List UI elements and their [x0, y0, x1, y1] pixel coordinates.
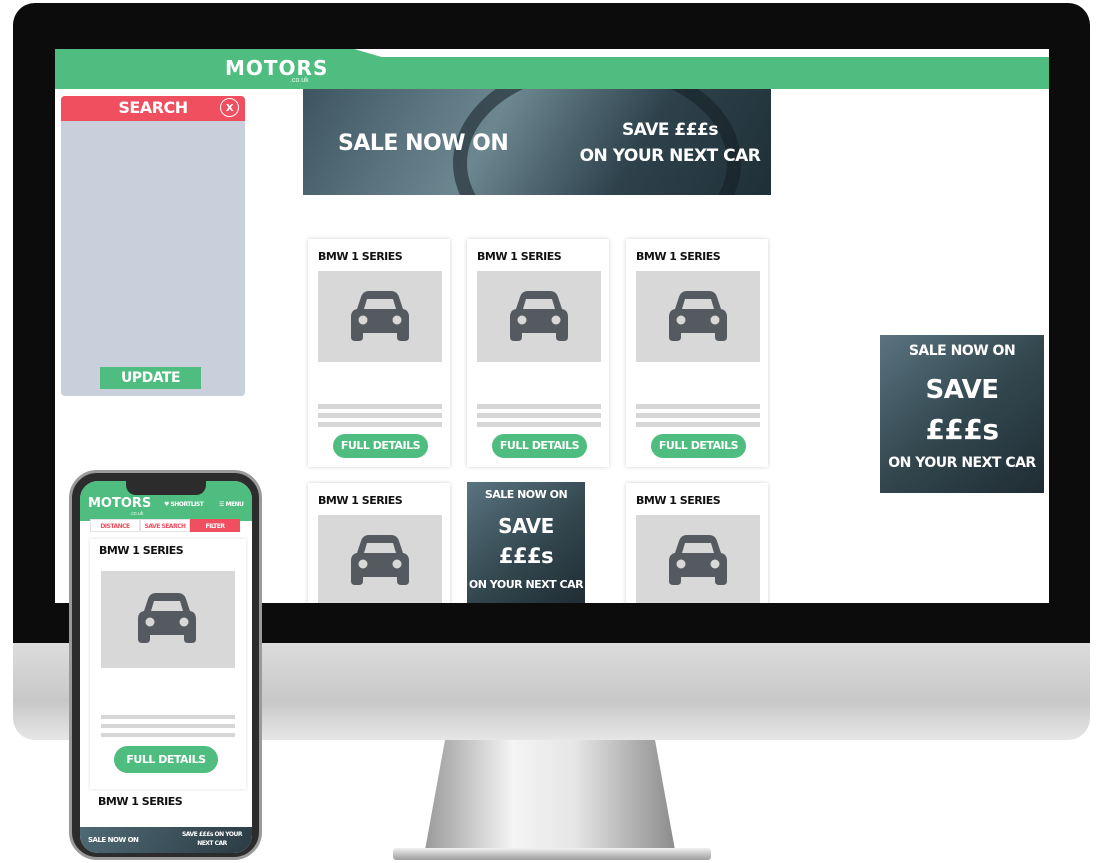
- text-placeholder-line: [101, 724, 235, 728]
- mobile-car-image: [101, 571, 235, 668]
- search-panel: SEARCH X UPDATE: [61, 96, 245, 396]
- logo-tab: MOTORS .co.uk: [55, 49, 395, 89]
- mobile-car-title: BMW 1 SERIES: [99, 544, 184, 557]
- mobile-banner-left: SALE NOW ON: [88, 836, 139, 844]
- mobile-car-title-2: BMW 1 SERIES: [98, 795, 183, 808]
- car-image-placeholder: [318, 271, 442, 362]
- car-card-title: BMW 1 SERIES: [318, 250, 403, 263]
- mobile-sale-banner[interactable]: SALE NOW ON SAVE £££s ON YOUR NEXT CAR: [80, 827, 252, 853]
- tab-save-search[interactable]: SAVE SEARCH: [140, 519, 190, 532]
- phone-screen: MOTORS .co.uk ♥ SHORTLIST ☰ MENU DISTANC…: [80, 481, 252, 853]
- site-logo-domain: .co.uk: [290, 77, 309, 84]
- monitor-stand: [425, 740, 675, 850]
- menu-button[interactable]: ☰ MENU: [219, 501, 244, 508]
- sale-banner-side[interactable]: SALE NOW ON SAVE £££s ON YOUR NEXT CAR: [880, 335, 1044, 493]
- car-card-title: BMW 1 SERIES: [636, 494, 721, 507]
- car-card-title: BMW 1 SERIES: [318, 494, 403, 507]
- text-placeholder-line: [636, 413, 760, 418]
- mobile-tabs: DISTANCE SAVE SEARCH FILTER: [90, 519, 240, 532]
- banner-sale-text: SALE NOW ON: [338, 131, 509, 156]
- car-card[interactable]: BMW 1 SERIES FULL DETAILS: [308, 239, 450, 467]
- text-placeholder-line: [636, 404, 760, 409]
- card-ad-line3: £££s: [498, 544, 554, 568]
- card-ad-line2: SAVE: [498, 514, 554, 538]
- side-banner-line4: ON YOUR NEXT CAR: [888, 455, 1036, 471]
- text-placeholder-line: [477, 404, 601, 409]
- text-placeholder-line: [477, 422, 601, 427]
- mobile-logo[interactable]: MOTORS: [88, 496, 151, 511]
- car-icon: [351, 535, 409, 585]
- full-details-button[interactable]: FULL DETAILS: [651, 434, 746, 458]
- text-placeholder-line: [636, 422, 760, 427]
- text-placeholder-line: [101, 715, 235, 719]
- text-placeholder-line: [477, 413, 601, 418]
- sale-banner-top[interactable]: SALE NOW ON SAVE £££s ON YOUR NEXT CAR: [303, 89, 771, 195]
- search-header: SEARCH X: [61, 96, 245, 121]
- card-ad-line1: SALE NOW ON: [484, 488, 568, 501]
- site-logo[interactable]: MOTORS: [225, 56, 328, 80]
- sale-card-ad[interactable]: SALE NOW ON SAVE £££s ON YOUR NEXT CAR: [467, 482, 585, 603]
- mobile-full-details-button[interactable]: FULL DETAILS: [114, 746, 218, 773]
- car-image-placeholder: [477, 271, 601, 362]
- tab-distance[interactable]: DISTANCE: [90, 519, 140, 532]
- full-details-button[interactable]: FULL DETAILS: [492, 434, 587, 458]
- car-image-placeholder: [636, 515, 760, 603]
- car-card[interactable]: BMW 1 SERIES FULL DETAILS: [626, 239, 768, 467]
- car-image-placeholder: [636, 271, 760, 362]
- side-banner-line3: £££s: [925, 413, 999, 446]
- side-banner-line1: SALE NOW ON: [908, 343, 1016, 359]
- car-icon: [669, 535, 727, 585]
- phone-notch: [126, 481, 206, 495]
- mobile-banner-right: SAVE £££s ON YOUR NEXT CAR: [181, 831, 243, 847]
- car-icon: [351, 291, 409, 341]
- car-card-title: BMW 1 SERIES: [477, 250, 562, 263]
- car-icon: [510, 291, 568, 341]
- car-card[interactable]: BMW 1 SERIES FULL DETAILS: [467, 239, 609, 467]
- banner-save-line1: SAVE £££s: [621, 120, 719, 140]
- mobile-car-card[interactable]: BMW 1 SERIES FULL DETAILS: [90, 539, 246, 789]
- side-banner-line2: SAVE: [925, 375, 999, 405]
- banner-save-text: SAVE £££s ON YOUR NEXT CAR: [575, 117, 765, 169]
- full-details-button[interactable]: FULL DETAILS: [333, 434, 428, 458]
- car-card-title: BMW 1 SERIES: [636, 250, 721, 263]
- car-card[interactable]: BMW 1 SERIES: [308, 483, 450, 603]
- text-placeholder-line: [318, 404, 442, 409]
- tab-filter[interactable]: FILTER: [190, 519, 240, 532]
- shortlist-link[interactable]: ♥ SHORTLIST: [164, 501, 204, 508]
- card-ad-line4: ON YOUR NEXT CAR: [468, 578, 584, 591]
- text-placeholder-line: [318, 413, 442, 418]
- car-icon: [138, 593, 196, 643]
- close-icon[interactable]: X: [220, 98, 239, 117]
- monitor-stand-base: [393, 848, 711, 860]
- text-placeholder-line: [101, 733, 235, 737]
- update-button[interactable]: UPDATE: [100, 367, 201, 389]
- car-icon: [669, 291, 727, 341]
- text-placeholder-line: [318, 422, 442, 427]
- car-image-placeholder: [318, 515, 442, 603]
- banner-save-line2: ON YOUR NEXT CAR: [579, 146, 761, 166]
- car-card[interactable]: BMW 1 SERIES: [626, 483, 768, 603]
- mobile-logo-domain: .co.uk: [130, 511, 144, 517]
- search-title: SEARCH: [118, 98, 188, 117]
